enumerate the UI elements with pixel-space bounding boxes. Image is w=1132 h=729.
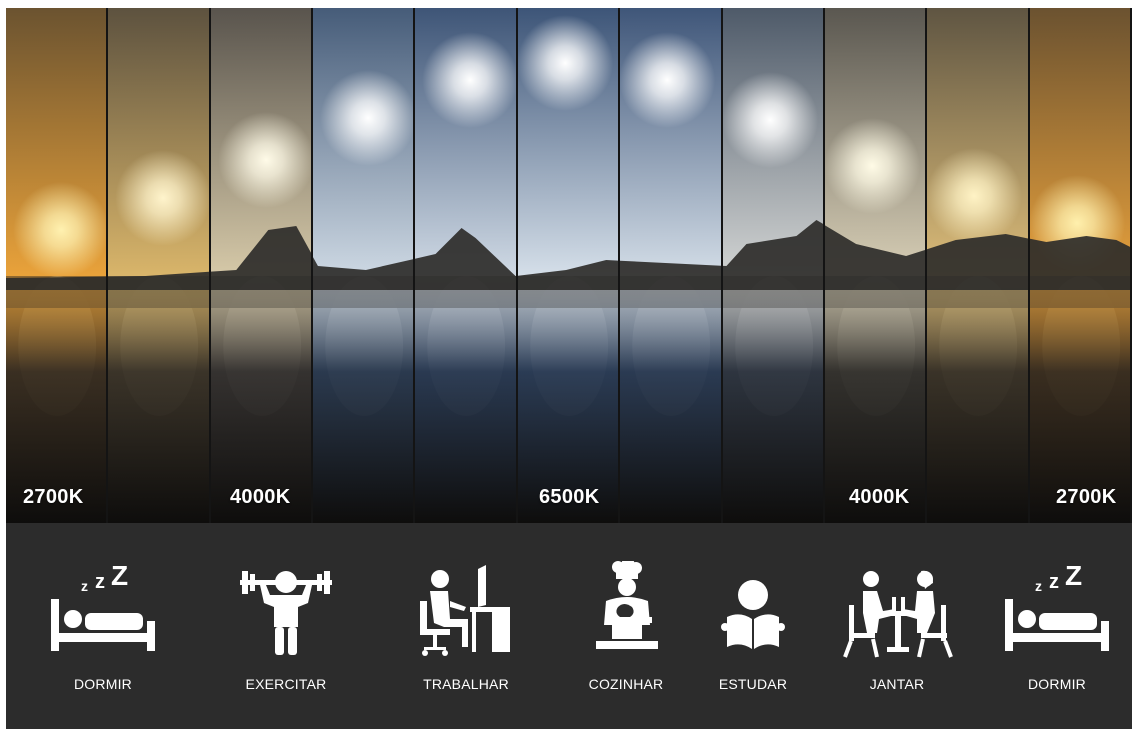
water-surface (722, 290, 823, 523)
sky-strip (210, 8, 314, 523)
svg-text:z: z (1049, 571, 1059, 593)
water-surface (927, 290, 1028, 523)
sky-strip (1029, 8, 1132, 523)
activity-label: DORMIR (1028, 676, 1086, 692)
activity-label: EXERCITAR (245, 676, 327, 692)
temperature-label: 2700K (1056, 486, 1117, 508)
water-surface (620, 290, 721, 523)
sun (217, 112, 312, 208)
sky-strip (722, 8, 825, 523)
color-temperature-infographic: 2700K 4000K 6500K 4000K 2700K z z Z DORM… (6, 8, 1132, 729)
sun (13, 182, 107, 278)
sky-strip (108, 8, 211, 523)
sun (824, 118, 921, 214)
dinner-couple-icon (843, 570, 953, 658)
sun (722, 72, 818, 168)
sleeping-bed-icon: z z Z (51, 561, 155, 651)
sun (422, 32, 516, 128)
sun (320, 70, 414, 166)
activity-dormir: z z Z DORMIR (992, 523, 1122, 729)
desk-computer-icon (420, 565, 510, 656)
water-surface (108, 290, 209, 523)
sun (517, 15, 613, 111)
activity-estudar: ESTUDAR (688, 523, 818, 729)
water-surface (313, 290, 414, 523)
temperature-label: 2700K (23, 486, 84, 508)
activity-cozinhar: COZINHAR (561, 523, 691, 729)
activity-trabalhar: TRABALHAR (401, 523, 531, 729)
daylight-panorama: 2700K 4000K 6500K 4000K 2700K (6, 8, 1132, 523)
sun (927, 148, 1023, 244)
activity-label: JANTAR (869, 676, 925, 692)
sky-strip (313, 8, 416, 523)
sky-strip (927, 8, 1030, 523)
svg-text:z: z (1035, 578, 1042, 594)
chef-cooking-icon (596, 561, 658, 649)
sun (620, 32, 716, 128)
sleeping-bed-icon: z z Z (1005, 561, 1109, 651)
temperature-label: 4000K (849, 486, 910, 508)
sky-strip (6, 8, 109, 523)
weightlifting-icon (240, 571, 332, 655)
reading-book-icon (721, 580, 785, 649)
svg-text:z: z (81, 578, 88, 594)
activity-label: COZINHAR (588, 676, 664, 692)
sky-strip (415, 8, 518, 523)
activity-label: ESTUDAR (718, 676, 788, 692)
activity-exercitar: EXERCITAR (221, 523, 351, 729)
sun (115, 150, 209, 246)
svg-text:z: z (95, 571, 105, 593)
svg-text:Z: Z (1065, 561, 1082, 591)
activity-dormir: z z Z DORMIR (38, 523, 168, 729)
water-surface (415, 290, 516, 523)
sky-strip (824, 8, 928, 523)
activities-bar: z z Z DORMIR EXERCITAR TRABALHAR COZINHA… (6, 523, 1132, 729)
activity-label: TRABALHAR (423, 676, 509, 692)
svg-text:Z: Z (111, 561, 128, 591)
sky-strip (517, 8, 621, 523)
activity-label: DORMIR (74, 676, 132, 692)
temperature-label: 6500K (539, 486, 600, 508)
sky-strip (620, 8, 723, 523)
activity-jantar: JANTAR (832, 523, 962, 729)
temperature-label: 4000K (230, 486, 291, 508)
